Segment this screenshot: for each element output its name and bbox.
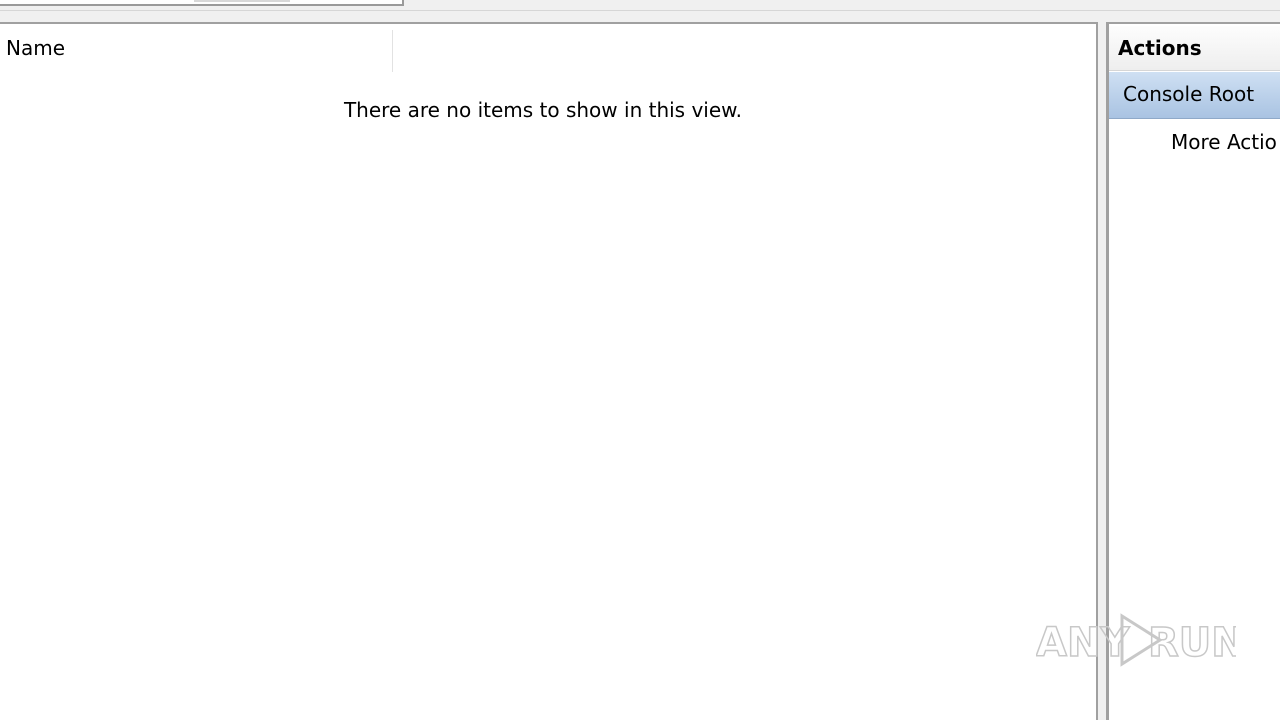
actions-group-console-root[interactable]: Console Root [1109,72,1280,119]
actions-pane-title: Actions [1118,36,1202,60]
empty-view-message: There are no items to show in this view. [343,98,743,122]
actions-group-label: Console Root [1123,82,1255,106]
column-header-name[interactable]: Name [6,36,65,60]
actions-pane-header: Actions [1109,26,1280,71]
more-actions-item[interactable]: More Actio [1109,120,1280,164]
more-actions-label: More Actio [1171,130,1277,154]
results-pane: Name There are no items to show in this … [0,22,1098,720]
top-pane-strip [0,0,1280,11]
mmc-console-window: Name There are no items to show in this … [0,0,1280,720]
column-header-row: Name [0,24,1096,74]
column-divider[interactable] [392,30,393,72]
horizontal-scrollbar-thumb[interactable] [194,0,290,2]
actions-pane: Actions Console Root More Actio [1106,22,1280,720]
